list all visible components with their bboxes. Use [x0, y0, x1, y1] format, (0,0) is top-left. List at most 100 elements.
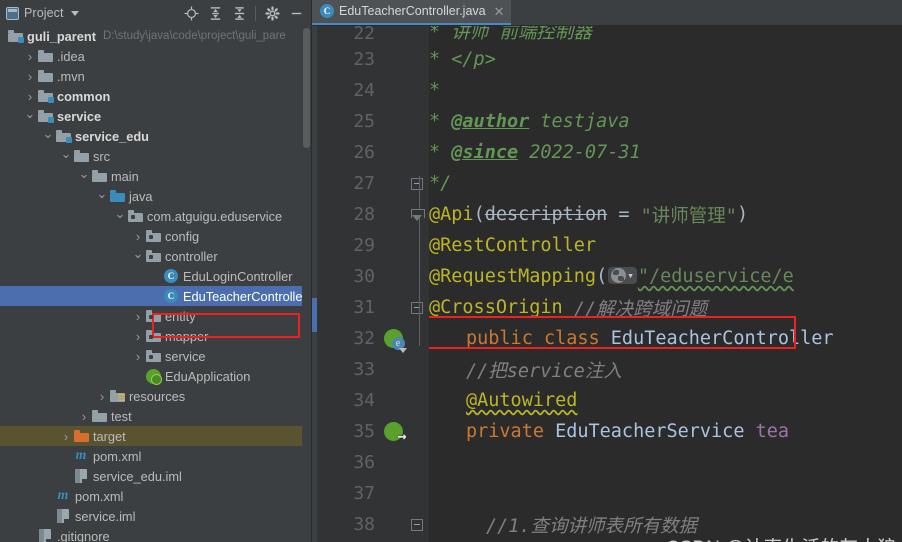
tree-row-config[interactable]: config — [0, 226, 311, 246]
project-tree[interactable]: guli_parent D:\study\java\code\project\g… — [0, 26, 312, 542]
folder-source-icon — [108, 190, 126, 202]
code-line-28-open-paren: ( — [473, 204, 485, 225]
code-line-28-equals: = — [607, 204, 641, 225]
gutter-line-25: 25 — [317, 106, 429, 137]
editor-tab-eduteachercontroller[interactable]: C EduTeacherController.java ✕ — [312, 0, 511, 25]
tree-row-src[interactable]: src — [0, 146, 311, 166]
code-text-area[interactable]: * 讲师 前端控制器 * </p> * * @author testjava *… — [429, 26, 902, 542]
tree-row-controller[interactable]: controller — [0, 246, 311, 266]
chevron-down-icon[interactable] — [114, 210, 126, 223]
collapse-all-icon[interactable] — [228, 2, 250, 24]
maven-file-icon: m — [75, 448, 87, 463]
tree-item-label: EduLoginController — [183, 268, 293, 284]
fold-marker-31[interactable] — [407, 301, 427, 314]
tree-row-service-edu[interactable]: service_edu — [0, 126, 311, 146]
folder-module-icon — [36, 90, 54, 103]
tree-row-pom-xml[interactable]: m pom.xml — [0, 486, 311, 506]
locate-in-tree-icon[interactable] — [180, 2, 202, 24]
fold-marker-38[interactable] — [407, 518, 427, 531]
chevron-right-icon[interactable] — [132, 330, 144, 343]
globe-dropdown-inlay-hint[interactable]: ▾ — [608, 267, 637, 284]
tree-item-label: .idea — [57, 48, 85, 64]
tree-row--mvn[interactable]: .mvn — [0, 66, 311, 86]
code-editor[interactable]: 22 23 24 25 26 27 28 29 30 31 32 33 34 35 36 37 38 * 讲师 … — [312, 26, 902, 542]
chevron-right-icon[interactable] — [24, 50, 36, 63]
spring-bean-icon[interactable] — [379, 329, 407, 353]
chevron-down-icon[interactable] — [70, 10, 79, 16]
tree-scrollbar-thumb[interactable] — [303, 28, 310, 148]
chevron-right-icon[interactable] — [24, 70, 36, 83]
chevron-right-icon[interactable] — [24, 90, 36, 103]
tree-row-java[interactable]: java — [0, 186, 311, 206]
gear-icon[interactable] — [261, 2, 283, 24]
tree-row-common[interactable]: common — [0, 86, 311, 106]
tree-row-test[interactable]: test — [0, 406, 311, 426]
tree-item-label: java — [129, 188, 153, 204]
chevron-down-icon[interactable]: ▾ — [627, 270, 634, 281]
package-icon — [144, 350, 162, 362]
tree-item-label: .mvn — [57, 68, 85, 84]
code-line-38: //1.查询讲师表所有数据 — [429, 509, 902, 540]
api-description-string: "讲师管理" — [640, 205, 737, 227]
private-keyword: private — [466, 421, 556, 442]
project-panel-title-button[interactable]: Project — [6, 6, 79, 20]
tree-row-mapper[interactable]: mapper — [0, 326, 311, 346]
close-icon[interactable]: ✕ — [494, 5, 505, 18]
chevron-right-icon[interactable] — [96, 390, 108, 403]
chevron-down-icon[interactable] — [132, 250, 144, 263]
tree-row-service-iml[interactable]: service.iml — [0, 506, 311, 526]
line-number: 30 — [353, 266, 375, 287]
code-line-23: * </p> — [429, 44, 902, 75]
folder-excluded-icon — [72, 430, 90, 442]
tree-row--gitignore[interactable]: .gitignore — [0, 526, 311, 542]
fold-marker-27[interactable] — [407, 177, 427, 190]
code-line-24-text: * — [429, 80, 441, 101]
tree-item-label: resources — [129, 388, 186, 404]
editor-gutter[interactable]: 22 23 24 25 26 27 28 29 30 31 32 33 34 35 36 37 38 — [317, 26, 429, 542]
folder-icon — [36, 70, 54, 82]
gutter-line-24: 24 — [317, 75, 429, 106]
editor-tab-bar: C EduTeacherController.java ✕ — [312, 0, 902, 26]
minimize-icon[interactable] — [285, 2, 307, 24]
chevron-right-icon[interactable] — [132, 310, 144, 323]
expand-all-icon[interactable] — [204, 2, 226, 24]
tree-row--idea[interactable]: .idea — [0, 46, 311, 66]
chevron-right-icon[interactable] — [60, 430, 72, 443]
autowired-arrow-icon[interactable] — [379, 422, 407, 444]
tree-row-com-atguigu-eduservice[interactable]: com.atguigu.eduservice — [0, 206, 311, 226]
chevron-down-icon[interactable] — [42, 130, 54, 143]
gutter-line-33: 33 — [317, 354, 429, 385]
tree-item-label: EduApplication — [165, 368, 251, 384]
line-number: 31 — [353, 297, 375, 318]
tree-row-edulogincontroller[interactable]: C EduLoginController — [0, 266, 311, 286]
tree-row-target[interactable]: target — [0, 426, 311, 446]
tree-row-entity[interactable]: entity — [0, 306, 311, 326]
chevron-down-icon[interactable] — [24, 110, 36, 123]
tree-item-label: .gitignore — [57, 528, 110, 542]
tree-row-main[interactable]: main — [0, 166, 311, 186]
chevron-down-icon[interactable] — [78, 170, 90, 183]
line-number: 35 — [353, 421, 375, 442]
line-number: 22 — [353, 26, 375, 44]
chevron-right-icon[interactable] — [78, 410, 90, 423]
chevron-right-icon[interactable] — [132, 230, 144, 243]
tree-row-service-edu-iml[interactable]: service_edu.iml — [0, 466, 311, 486]
tree-scrollbar[interactable] — [302, 26, 311, 542]
tree-row-pom-xml[interactable]: m pom.xml — [0, 446, 311, 466]
gutter-line-38: 38 — [317, 509, 429, 540]
chevron-right-icon[interactable] — [132, 350, 144, 363]
iml-file-icon — [72, 469, 90, 483]
tree-item-label: service_edu — [75, 128, 149, 144]
tree-row-service[interactable]: service — [0, 106, 311, 126]
gutter-line-22: 22 — [317, 26, 429, 44]
chevron-down-icon[interactable] — [96, 190, 108, 203]
fold-marker-28[interactable] — [407, 208, 427, 221]
tree-row-service[interactable]: service — [0, 346, 311, 366]
package-icon — [126, 210, 144, 222]
tree-row-eduapplication[interactable]: EduApplication — [0, 366, 311, 386]
tree-row-root[interactable]: guli_parent D:\study\java\code\project\g… — [0, 26, 311, 46]
tree-row-resources[interactable]: resources — [0, 386, 311, 406]
tree-row-eduteachercontroller[interactable]: C EduTeacherController — [0, 286, 311, 306]
chevron-down-icon[interactable] — [60, 150, 72, 163]
